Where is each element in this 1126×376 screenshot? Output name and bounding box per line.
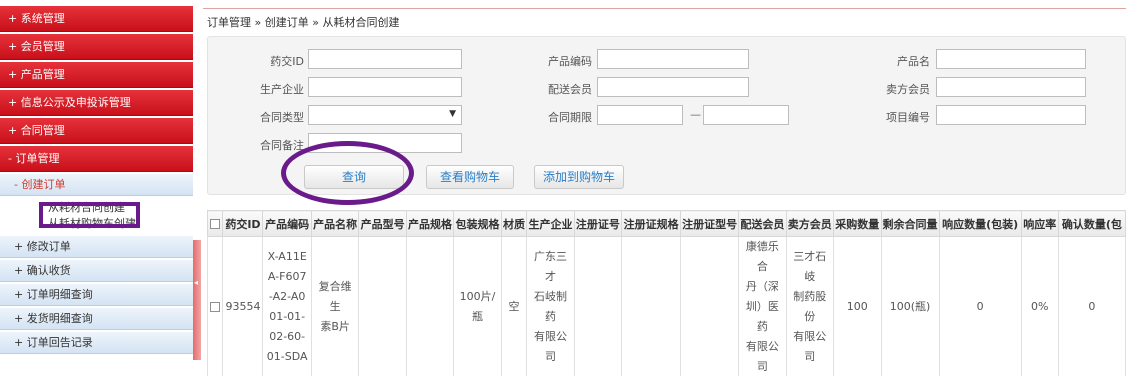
sidebar-collapse-handle[interactable]: ◂	[193, 240, 201, 360]
label-delivery-member: 配送会员	[548, 83, 592, 96]
sidebar-item-order-detail-query[interactable]: + 订单明细查询	[0, 284, 193, 306]
contract-period-end-input[interactable]	[703, 105, 789, 125]
column-header: 注册证号	[573, 210, 623, 237]
column-header: 响应数量(包装)	[938, 210, 1022, 237]
app-root: + 系统管理 + 会员管理 + 产品管理 + 信息公示及申投诉管理 + 合同管理…	[0, 0, 1126, 376]
cell-reg-spec	[621, 236, 682, 376]
label-drug-id: 药交ID	[270, 55, 304, 68]
cell-product-code: X-A11E A-F607 -A2-A0 01-01- 02-60- 01-SDA	[262, 236, 312, 376]
column-header: 药交ID	[222, 210, 264, 237]
sidebar-item-order-reply-log[interactable]: + 订单回告记录	[0, 332, 193, 354]
sidebar-item-create-order[interactable]: - 创建订单	[0, 174, 193, 196]
sidebar-item-member[interactable]: + 会员管理	[0, 34, 193, 60]
cell-drug-id: 93554	[222, 236, 264, 376]
cell-response-rate: 0%	[1020, 236, 1059, 376]
cell-reg-no	[573, 236, 623, 376]
column-header: 包装规格	[453, 210, 502, 237]
column-header: 材质	[500, 210, 528, 237]
manufacturer-input[interactable]	[308, 77, 462, 97]
checkbox-icon[interactable]	[210, 302, 221, 312]
sidebar-item-info-complaint[interactable]: + 信息公示及申投诉管理	[0, 90, 193, 116]
row-checkbox-cell[interactable]	[207, 236, 224, 376]
contract-type-select[interactable]: ▼	[308, 105, 462, 125]
sidebar-item-order[interactable]: - 订单管理	[0, 146, 193, 172]
label-manufacturer: 生产企业	[260, 83, 304, 96]
label-product-name: 产品名	[897, 55, 930, 68]
sidebar: + 系统管理 + 会员管理 + 产品管理 + 信息公示及申投诉管理 + 合同管理…	[0, 0, 193, 376]
checkbox-icon[interactable]	[210, 219, 221, 229]
chevron-down-icon: ▼	[449, 109, 456, 119]
seller-member-input[interactable]	[936, 77, 1086, 97]
cell-manufacturer: 广东三才 石岐制药 有限公司	[526, 236, 575, 376]
cell-purchase-qty: 100	[833, 236, 882, 376]
product-name-input[interactable]	[936, 49, 1086, 69]
period-separator: —	[690, 108, 701, 121]
column-header: 生产企业	[526, 210, 575, 237]
collapse-arrow-icon: ◂	[194, 278, 199, 287]
label-contract-period: 合同期限	[548, 111, 592, 124]
label-contract-type: 合同类型	[260, 111, 304, 124]
label-seller-member: 卖方会员	[886, 83, 930, 96]
breadcrumb: 订单管理 » 创建订单 » 从耗材合同创建	[207, 16, 400, 29]
cell-response-qty: 0	[938, 236, 1022, 376]
table-header-row: 药交ID 产品编码 产品名称 产品型号 产品规格 包装规格 材质 生产企业 注册证号 注册证规格注…	[207, 210, 1126, 237]
column-header: 产品规格	[405, 210, 455, 237]
column-header: 确认数量(包	[1057, 210, 1126, 237]
sidebar-item-contract[interactable]: + 合同管理	[0, 118, 193, 144]
sidebar-item-delivery-detail-query[interactable]: + 发货明细查询	[0, 308, 193, 330]
header-divider	[203, 8, 1126, 9]
label-product-code: 产品编码	[548, 55, 592, 68]
cell-package-spec: 100片/瓶	[453, 236, 502, 376]
delivery-member-input[interactable]	[597, 77, 749, 97]
column-header: 产品型号	[358, 210, 407, 237]
cell-product-name: 复合维生 素B片	[310, 236, 360, 376]
column-header: 响应率	[1020, 210, 1059, 237]
column-header: 采购数量	[833, 210, 882, 237]
results-grid: 药交ID 产品编码 产品名称 产品型号 产品规格 包装规格 材质 生产企业 注册证号 注册证规格注…	[207, 210, 1126, 376]
results-table: 药交ID 产品编码 产品名称 产品型号 产品规格 包装规格 材质 生产企业 注册证号 注册证规格注…	[207, 210, 1126, 376]
annotation-highlight-ring	[281, 141, 414, 205]
column-header: 注册证规格	[621, 210, 682, 237]
sidebar-item-confirm-receipt[interactable]: + 确认收货	[0, 260, 193, 282]
sidebar-item-modify-order[interactable]: + 修改订单	[0, 236, 193, 258]
view-cart-button[interactable]: 查看购物车	[426, 165, 514, 189]
column-header: 产品名称	[310, 210, 360, 237]
sidebar-item-system[interactable]: + 系统管理	[0, 6, 193, 32]
main-content: 订单管理 » 创建订单 » 从耗材合同创建 药交ID 产品编码 产品名 生产企业…	[203, 0, 1126, 376]
cell-confirm-qty: 0	[1057, 236, 1126, 376]
column-header: 配送会员	[738, 210, 787, 237]
sidebar-item-product[interactable]: + 产品管理	[0, 62, 193, 88]
add-to-cart-button[interactable]: 添加到购物车	[534, 165, 624, 189]
label-contract-note: 合同备注	[260, 139, 304, 152]
column-header: 产品编码	[262, 210, 312, 237]
annotation-highlight-box	[39, 202, 140, 228]
cell-reg-model	[680, 236, 740, 376]
cell-delivery-member: 康德乐合 丹（深 圳）医药 有限公司	[738, 236, 787, 376]
cell-product-model	[358, 236, 407, 376]
cell-product-spec	[405, 236, 455, 376]
column-header: 卖方会员	[785, 210, 835, 237]
select-all-checkbox[interactable]	[207, 210, 224, 237]
cell-remaining-qty: 100(瓶)	[880, 236, 940, 376]
table-row[interactable]: 93554 X-A11E A-F607 -A2-A0 01-01- 02-60- 01-SD…	[207, 236, 1126, 376]
drug-id-input[interactable]	[308, 49, 462, 69]
column-header: 注册证型号	[680, 210, 740, 237]
column-header: 剩余合同量	[880, 210, 940, 237]
contract-period-start-input[interactable]	[597, 105, 683, 125]
product-code-input[interactable]	[597, 49, 749, 69]
project-no-input[interactable]	[936, 105, 1086, 125]
cell-material: 空	[500, 236, 528, 376]
cell-seller-member: 三才石岐 制药股份 有限公司	[785, 236, 835, 376]
label-project-no: 项目编号	[886, 111, 930, 124]
